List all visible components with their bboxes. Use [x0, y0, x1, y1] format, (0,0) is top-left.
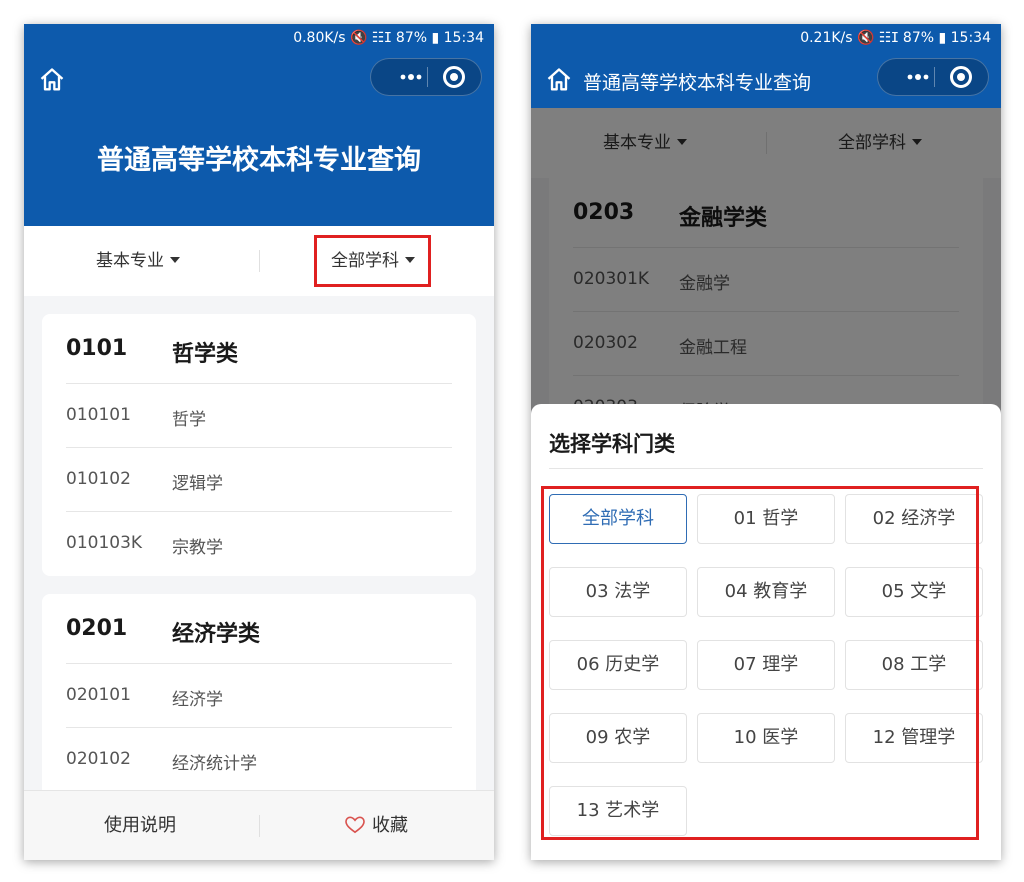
major-code: 020101: [66, 685, 131, 705]
subject-option[interactable]: 01 哲学: [697, 494, 835, 544]
page-title: 普通高等学校本科专业查询: [583, 72, 812, 94]
major-name: 经济学: [172, 690, 223, 710]
category-name: 经济学类: [172, 622, 261, 647]
major-row[interactable]: 010101 哲学: [66, 384, 452, 448]
home-icon[interactable]: [38, 66, 66, 94]
subject-option[interactable]: 05 文学: [845, 567, 983, 617]
major-code: 010103K: [66, 533, 143, 553]
more-icon[interactable]: [399, 67, 423, 87]
major-code: 010102: [66, 469, 131, 489]
miniprogram-capsule: [370, 58, 482, 96]
card-header[interactable]: 0101 哲学类: [66, 314, 452, 384]
subject-option[interactable]: 13 艺术学: [549, 786, 687, 836]
favorite-label: 收藏: [372, 815, 408, 836]
subject-option-all[interactable]: 全部学科: [549, 494, 687, 544]
caret-down-icon: [170, 256, 180, 263]
category-card: 0101 哲学类 010101 哲学 010102 逻辑学 010103K 宗教…: [42, 314, 476, 576]
subject-option[interactable]: 12 管理学: [845, 713, 983, 763]
major-row[interactable]: 020102 经济统计学: [66, 728, 452, 792]
category-code: 0101: [66, 336, 128, 361]
filter-divider: [259, 250, 260, 272]
major-type-label: 基本专业: [96, 251, 164, 271]
right-screen: 0.21K/s 🔇 ☷ⵊ 87% ▮ 15:34 普通高等学校本科专业查询 基本…: [531, 24, 1001, 860]
caret-down-icon: [405, 256, 415, 263]
subject-option[interactable]: 03 法学: [549, 567, 687, 617]
capsule-divider: [934, 67, 935, 87]
more-icon[interactable]: [906, 67, 930, 87]
subject-filter-label: 全部学科: [331, 251, 399, 271]
subject-picker-sheet: 选择学科门类 全部学科 01 哲学 02 经济学 03 法学 04 教育学 05…: [531, 404, 1001, 860]
category-name: 哲学类: [172, 342, 239, 367]
filter-bar: 基本专业 全部学科: [24, 226, 494, 296]
home-icon[interactable]: [545, 66, 573, 94]
heart-icon: [345, 816, 365, 833]
major-code: 020102: [66, 749, 131, 769]
header: 普通高等学校本科专业查询: [24, 52, 494, 226]
category-code: 0201: [66, 616, 128, 641]
status-text: 0.80K/s 🔇 ☷ⵊ 87% ▮ 15:34: [293, 30, 484, 46]
major-type-filter[interactable]: 基本专业: [96, 226, 180, 296]
close-miniprogram-icon[interactable]: [950, 66, 972, 88]
status-bar: 0.21K/s 🔇 ☷ⵊ 87% ▮ 15:34: [531, 24, 1001, 52]
status-bar: 0.80K/s 🔇 ☷ⵊ 87% ▮ 15:34: [24, 24, 494, 52]
favorite-button[interactable]: 收藏: [344, 791, 408, 860]
major-name: 哲学: [172, 410, 206, 430]
major-code: 010101: [66, 405, 131, 425]
subject-option[interactable]: 09 农学: [549, 713, 687, 763]
subject-option[interactable]: 10 医学: [697, 713, 835, 763]
sheet-title: 选择学科门类: [549, 432, 675, 456]
guide-button[interactable]: 使用说明: [104, 791, 176, 860]
capsule-divider: [427, 67, 428, 87]
sheet-divider: [549, 468, 983, 469]
major-row[interactable]: 010102 逻辑学: [66, 448, 452, 512]
bottom-bar: 使用说明 收藏: [24, 790, 494, 860]
major-row[interactable]: 020101 经济学: [66, 664, 452, 728]
card-header[interactable]: 0201 经济学类: [66, 594, 452, 664]
close-miniprogram-icon[interactable]: [443, 66, 465, 88]
subject-option[interactable]: 07 理学: [697, 640, 835, 690]
miniprogram-capsule: [877, 58, 989, 96]
left-screen: 0.80K/s 🔇 ☷ⵊ 87% ▮ 15:34 普通高等学校本科专业查询 基本…: [24, 24, 494, 860]
major-name: 经济统计学: [172, 754, 257, 774]
header: 普通高等学校本科专业查询: [531, 52, 1001, 108]
major-name: 逻辑学: [172, 474, 223, 494]
subject-filter[interactable]: 全部学科: [331, 226, 415, 296]
major-name: 宗教学: [172, 538, 223, 558]
guide-label: 使用说明: [104, 815, 176, 836]
status-text: 0.21K/s 🔇 ☷ⵊ 87% ▮ 15:34: [800, 30, 991, 46]
subject-option[interactable]: 04 教育学: [697, 567, 835, 617]
page-title: 普通高等学校本科专业查询: [97, 145, 421, 176]
bottom-divider: [259, 815, 260, 837]
subject-option[interactable]: 06 历史学: [549, 640, 687, 690]
major-row[interactable]: 010103K 宗教学: [66, 512, 452, 576]
subject-option[interactable]: 02 经济学: [845, 494, 983, 544]
subject-option[interactable]: 08 工学: [845, 640, 983, 690]
